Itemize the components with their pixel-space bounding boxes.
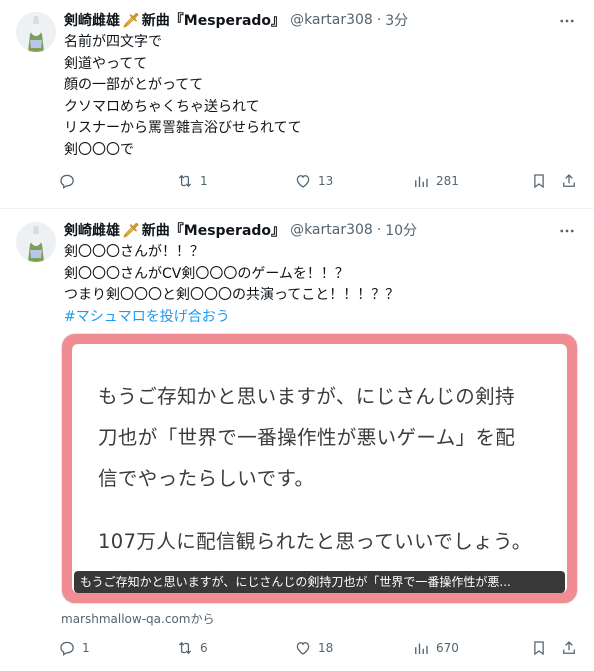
tweet-line: つまり剣〇〇〇と剣〇〇〇の共演ってこと！！！？？ (64, 287, 400, 303)
tweet[interactable]: 剣崎雌雄 🗡 新曲『Mesperado』 @kartar308 · 3分 名前が四文… (0, 0, 594, 209)
sword-emoji-icon: 🗡 (122, 223, 140, 239)
views-button[interactable]: 670 (412, 635, 459, 661)
avatar[interactable] (16, 12, 56, 52)
reply-count: 1 (82, 641, 90, 655)
card-text-line: 信でやったらしいです。 (98, 467, 315, 490)
share-button[interactable] (560, 168, 578, 194)
retweet-button[interactable]: 6 (176, 635, 208, 661)
share-button[interactable] (560, 635, 578, 661)
sword-emoji-icon: 🗡 (122, 13, 140, 29)
bookmark-icon (534, 641, 544, 656)
card-text-line: 107万人に配信観られたと思っていいでしょう。 (98, 530, 532, 553)
card-source-link[interactable]: marshmallow-qa.comから (61, 610, 214, 627)
share-icon (563, 641, 575, 654)
display-name[interactable]: 剣崎雌雄 🗡 新曲『Mesperado』 (64, 220, 285, 240)
action-bar: 1 6 18 670 (58, 635, 580, 661)
user-handle[interactable]: @kartar308 (290, 12, 373, 28)
retweet-icon (178, 641, 192, 655)
card-text-line: もうご存知かと思いますが、にじさんじの剣持 (98, 385, 515, 408)
hashtag-link[interactable]: #マシュマロを投げ合おう (64, 307, 574, 329)
avatar[interactable] (16, 222, 56, 262)
reply-icon (60, 641, 74, 656)
tweet-header: 剣崎雌雄 🗡 新曲『Mesperado』 @kartar308 · 3分 (64, 10, 578, 30)
tweet-line: 名前が四文字で (64, 34, 162, 50)
bookmark-button[interactable] (530, 168, 548, 194)
like-icon (296, 175, 310, 188)
reply-button[interactable]: 1 (58, 635, 90, 661)
tweet-text: 名前が四文字で 剣道やってて 顔の一部がとがってて クソマロめちゃくちゃ送られて… (64, 32, 574, 161)
marshmallow-image: もうご存知かと思いますが、にじさんじの剣持 刀也が「世界で一番操作性が悪いゲーム… (72, 344, 567, 593)
tweet-text: 剣〇〇〇さんが！！？ 剣〇〇〇さんがCV剣〇〇〇のゲームを！！？ つまり剣〇〇〇… (64, 242, 574, 328)
tweet-header: 剣崎雌雄 🗡 新曲『Mesperado』 @kartar308 · 10分 (64, 220, 578, 240)
separator-dot: · (376, 12, 382, 28)
views-button[interactable]: 281 (412, 168, 459, 194)
tweet-line: 剣〇〇〇さんがCV剣〇〇〇のゲームを！！？ (64, 265, 349, 282)
like-button[interactable]: 18 (294, 635, 333, 661)
like-count: 18 (318, 641, 334, 655)
bookmark-button[interactable] (530, 635, 548, 661)
separator-dot: · (376, 222, 382, 238)
action-bar: 1 13 281 (58, 168, 580, 194)
timestamp[interactable]: 10分 (385, 220, 417, 240)
tweet-line: 剣〇〇〇で (64, 141, 134, 158)
retweet-count: 1 (200, 174, 208, 188)
tweet-line: 剣〇〇〇さんが！！？ (64, 244, 204, 260)
views-count: 670 (436, 641, 459, 655)
share-icon (563, 174, 575, 187)
retweet-icon (178, 174, 192, 188)
views-icon (415, 176, 428, 187)
reply-button[interactable] (58, 168, 82, 194)
retweet-button[interactable]: 1 (176, 168, 208, 194)
retweet-count: 6 (200, 641, 208, 655)
media-card[interactable]: もうご存知かと思いますが、にじさんじの剣持 刀也が「世界で一番操作性が悪いゲーム… (61, 333, 578, 604)
more-icon[interactable] (554, 218, 580, 244)
card-caption: もうご存知かと思いますが、にじさんじの剣持刀也が「世界で一番操作性が悪... (74, 571, 565, 593)
user-handle[interactable]: @kartar308 (290, 222, 373, 238)
tweet-line: クソマロめちゃくちゃ送られて (64, 98, 260, 115)
tweet-line: リスナーから罵詈雑言浴びせられてて (64, 120, 302, 136)
reply-icon (60, 174, 74, 189)
display-name[interactable]: 剣崎雌雄 🗡 新曲『Mesperado』 (64, 10, 285, 30)
views-count: 281 (436, 174, 459, 188)
bookmark-icon (534, 174, 544, 189)
more-icon[interactable] (554, 8, 580, 34)
timestamp[interactable]: 3分 (385, 10, 408, 30)
tweet-line: 顔の一部がとがってて (64, 77, 204, 93)
views-icon (415, 643, 428, 654)
like-icon (296, 642, 310, 655)
card-text-line: 刀也が「世界で一番操作性が悪いゲーム」を配 (98, 426, 516, 449)
like-button[interactable]: 13 (294, 168, 333, 194)
tweet-line: 剣道やってて (64, 55, 148, 72)
like-count: 13 (318, 174, 334, 188)
